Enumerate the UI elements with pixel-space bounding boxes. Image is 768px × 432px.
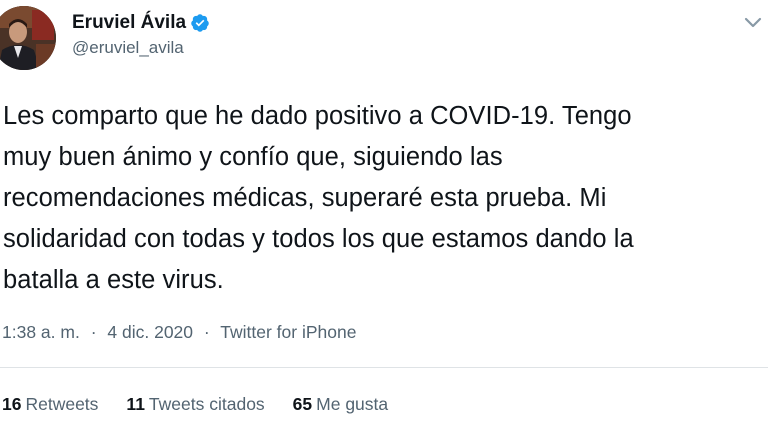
tweet-stats: 16 Retweets 11 Tweets citados 65 Me gusta	[2, 394, 416, 415]
retweets-stat[interactable]: 16 Retweets	[2, 394, 98, 415]
avatar-image	[0, 6, 56, 70]
tweet-text-line: Les comparto que he dado positivo a COVI…	[3, 102, 632, 130]
meta-separator: ·	[203, 322, 210, 342]
retweets-count: 16	[2, 394, 22, 414]
tweet: Eruviel Ávila @eruviel_avila Les compart…	[0, 0, 768, 432]
quotes-label: Tweets citados	[148, 394, 265, 414]
likes-stat[interactable]: 65 Me gusta	[293, 394, 388, 415]
author-name[interactable]: Eruviel Ávila	[72, 12, 186, 34]
author-handle[interactable]: @eruviel_avila	[72, 38, 210, 58]
tweet-text: Les comparto que he dado positivo a COVI…	[3, 96, 768, 301]
likes-count: 65	[292, 394, 313, 414]
meta-separator: ·	[90, 322, 97, 342]
likes-label: Me gusta	[316, 394, 389, 414]
tweet-text-line: batalla a este virus.	[3, 266, 224, 294]
tweet-text-line: recomendaciones médicas, superaré esta p…	[3, 184, 607, 212]
quotes-stat[interactable]: 11 Tweets citados	[126, 394, 264, 415]
retweets-label: Retweets	[25, 394, 99, 414]
author-block: Eruviel Ávila @eruviel_avila	[72, 10, 210, 58]
quotes-count: 11	[126, 394, 145, 414]
tweet-time[interactable]: 1:38 a. m.	[2, 322, 80, 342]
verified-badge-icon	[191, 14, 209, 32]
tweet-meta: 1:38 a. m. · 4 dic. 2020 · Twitter for i…	[2, 322, 356, 343]
tweet-source[interactable]: Twitter for iPhone	[220, 322, 356, 342]
chevron-down-icon[interactable]	[742, 16, 764, 30]
divider	[0, 367, 768, 368]
author-name-row: Eruviel Ávila	[72, 10, 210, 36]
tweet-text-line: muy buen ánimo y confío que, siguiendo l…	[3, 143, 503, 171]
tweet-date[interactable]: 4 dic. 2020	[107, 322, 193, 342]
tweet-text-line: solidaridad con todas y todos los que es…	[3, 225, 634, 253]
avatar[interactable]	[0, 6, 56, 70]
